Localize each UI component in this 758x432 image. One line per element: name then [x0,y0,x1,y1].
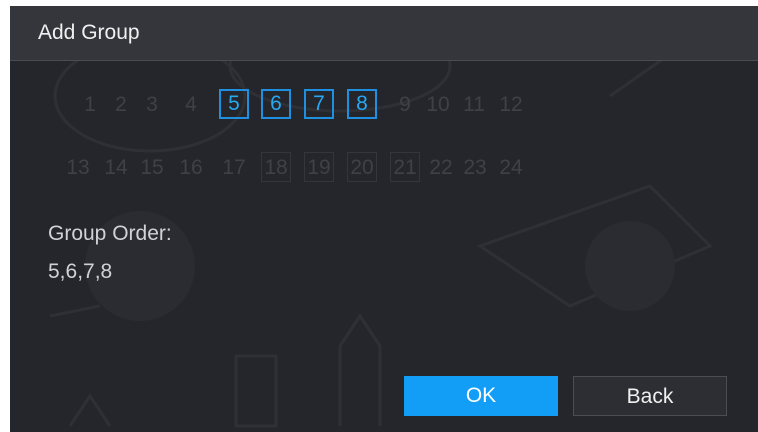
channel-21-button[interactable]: 21 [390,152,420,182]
channel-2-button[interactable]: 2 [106,89,136,119]
add-group-dialog: Add Group 1 2 3 4 5 6 7 8 9 10 11 12 13 14 15 16 17 18 19 2… [10,6,758,432]
channel-3-button[interactable]: 3 [137,89,167,119]
channel-17-button[interactable]: 17 [219,152,249,182]
channel-6-button[interactable]: 6 [261,89,291,119]
channel-10-button[interactable]: 10 [423,89,453,119]
channel-8-button[interactable]: 8 [347,89,377,119]
dialog-title: Add Group [38,21,140,44]
dialog-titlebar: Add Group [10,6,758,61]
channel-15-button[interactable]: 15 [137,152,167,182]
channel-13-button[interactable]: 13 [63,152,93,182]
back-button[interactable]: Back [573,376,727,416]
channel-14-button[interactable]: 14 [101,152,131,182]
channel-4-button[interactable]: 4 [176,89,206,119]
group-order-value: 5,6,7,8 [48,260,113,283]
channel-18-button[interactable]: 18 [261,152,291,182]
group-order-label: Group Order: [48,222,172,245]
channel-7-button[interactable]: 7 [304,89,334,119]
channel-22-button[interactable]: 22 [426,152,456,182]
channel-24-button[interactable]: 24 [496,152,526,182]
channel-23-button[interactable]: 23 [460,152,490,182]
channel-19-button[interactable]: 19 [304,152,334,182]
channel-11-button[interactable]: 11 [459,89,489,119]
channel-5-button[interactable]: 5 [219,89,249,119]
channel-9-button[interactable]: 9 [390,89,420,119]
channel-1-button[interactable]: 1 [75,89,105,119]
channel-16-button[interactable]: 16 [176,152,206,182]
channel-12-button[interactable]: 12 [496,89,526,119]
ok-button[interactable]: OK [404,376,558,416]
background-illustration [49,19,713,428]
channel-20-button[interactable]: 20 [347,152,377,182]
